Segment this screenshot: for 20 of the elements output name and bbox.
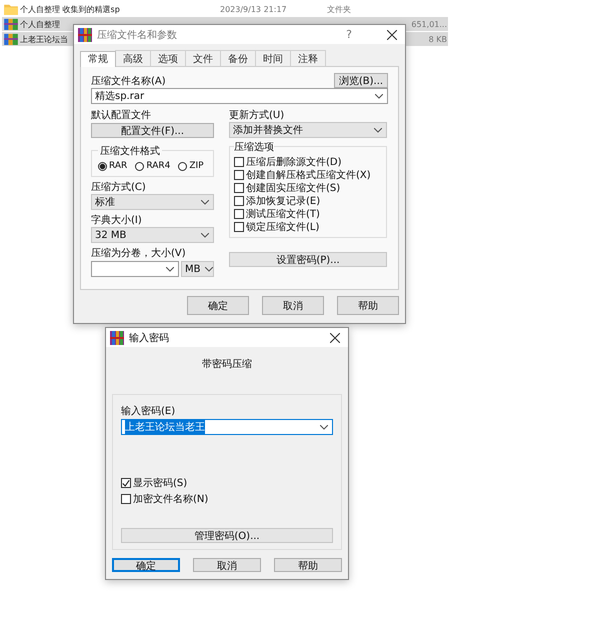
file-size: 651,01... — [411, 20, 448, 28]
file-date: 2023/9/13 21:17 — [220, 4, 288, 14]
field-label: 压缩为分卷，大小(V) — [91, 246, 187, 260]
file-name: 上老王论坛当 — [20, 34, 68, 44]
field-label: 更新方式(U) — [229, 108, 286, 122]
group-title: 压缩文件格式 — [98, 144, 162, 158]
file-size: 8 KB — [428, 34, 448, 44]
file-name: 个人自整理 收集到的精選sp — [20, 4, 120, 14]
window-title: 压缩文件名和参数 — [97, 28, 177, 42]
field-label: 字典大小(I) — [91, 214, 143, 227]
field-label: 压缩方式(C) — [91, 180, 147, 194]
field-label: 默认配置文件 — [91, 108, 152, 122]
password-text: 上老王论坛当老王 — [125, 420, 205, 434]
field-label: 压缩文件名称(A) — [91, 74, 166, 88]
group-title: 压缩选项 — [234, 140, 274, 154]
field-label: 输入密码(E) — [121, 404, 176, 418]
window-title: 输入密码 — [129, 332, 169, 344]
file-type: 文件夹 — [327, 4, 351, 14]
file-name: 个人自整理 — [20, 20, 60, 28]
dialog-heading: 带密码压缩 — [202, 358, 252, 371]
